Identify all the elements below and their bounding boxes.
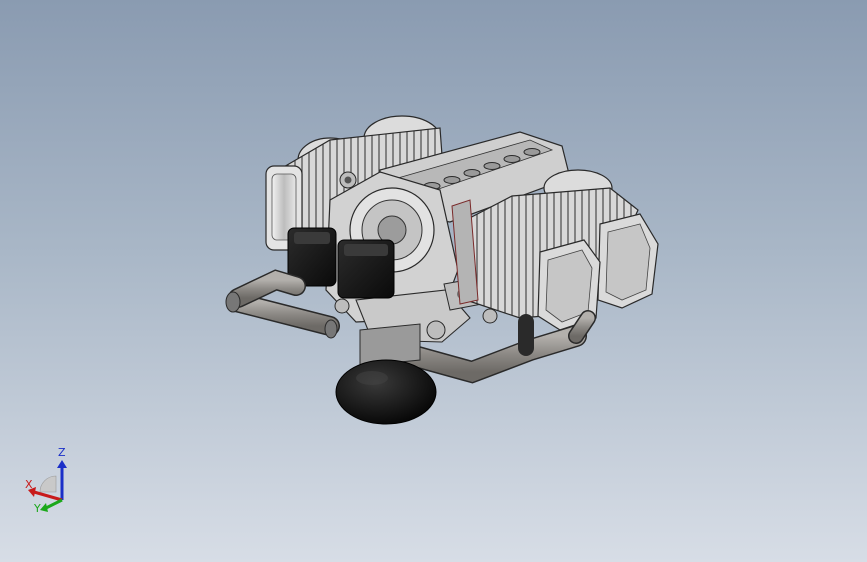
pipe-end (324, 319, 338, 339)
3d-viewport[interactable]: Z X Y (0, 0, 867, 562)
z-axis-label: Z (58, 446, 66, 459)
triad-plane (39, 475, 57, 493)
y-axis (45, 498, 63, 510)
coordinate-triad: Z X Y (25, 446, 67, 515)
engine-model[interactable] (0, 0, 867, 562)
x-axis (33, 490, 63, 502)
y-axis-arrow (40, 503, 48, 512)
y-axis-label: Y (33, 502, 41, 515)
pipe-end (225, 291, 241, 313)
z-axis-arrow (57, 460, 67, 468)
x-axis-label: X (25, 478, 33, 491)
